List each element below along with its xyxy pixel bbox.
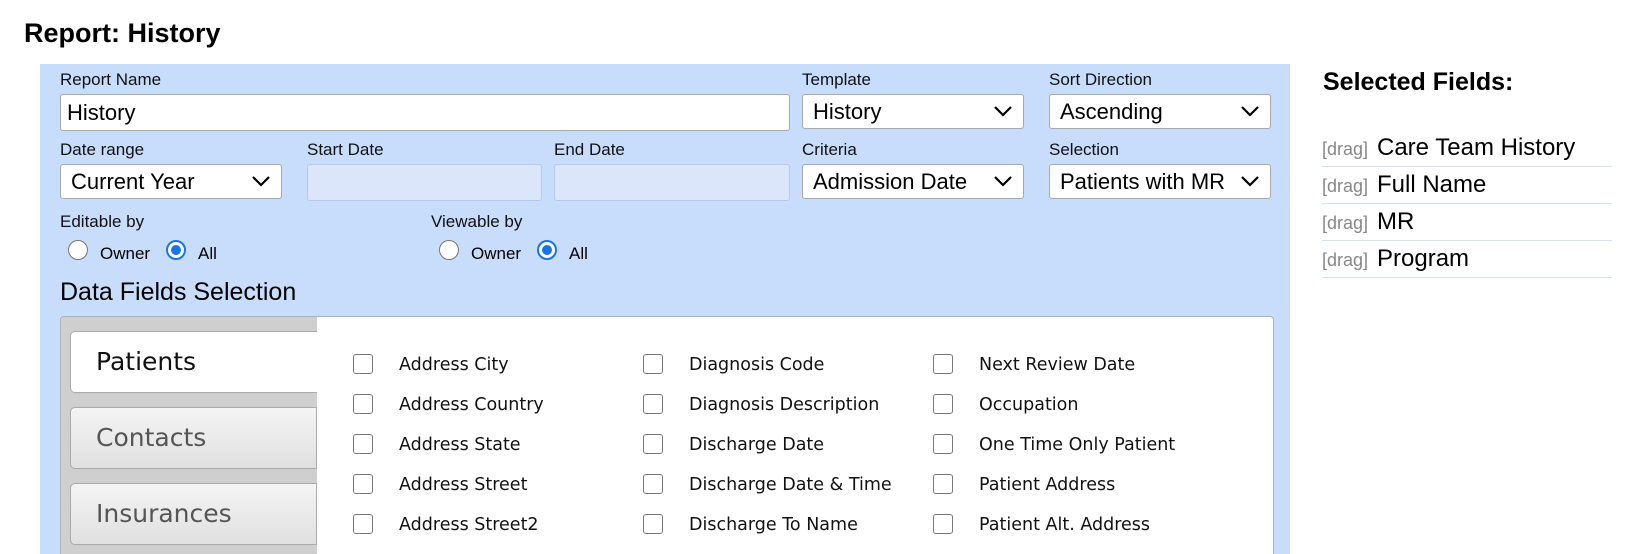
chevron-down-icon — [994, 106, 1012, 117]
editable-by-owner-radio[interactable] — [68, 240, 88, 260]
chevron-down-icon — [252, 176, 270, 187]
date-range-select[interactable]: Current Year — [60, 164, 282, 199]
field-label: Occupation — [979, 395, 1079, 415]
field-label: Patient Address — [979, 475, 1116, 495]
field-label: Patient Alt. Address — [979, 515, 1151, 535]
data-fields-tabs: Patients Contacts Insurances — [61, 317, 317, 554]
field-label: Address Street2 — [399, 515, 539, 535]
chevron-down-icon — [1241, 106, 1259, 117]
field-checkbox[interactable] — [643, 474, 663, 494]
sort-direction-select[interactable]: Ascending — [1049, 94, 1271, 129]
selected-field-name: Program — [1377, 245, 1470, 272]
drag-handle[interactable]: [drag] — [1322, 213, 1368, 234]
field-label: Discharge Date & Time — [689, 475, 892, 495]
drag-handle[interactable]: [drag] — [1322, 176, 1368, 197]
report-name-input[interactable]: History — [60, 94, 790, 131]
end-date-label: End Date — [554, 140, 625, 159]
editable-by-all-radio[interactable] — [166, 240, 186, 260]
sort-direction-label: Sort Direction — [1049, 70, 1152, 89]
field-label: Discharge To Name — [689, 515, 858, 535]
chevron-down-icon — [994, 176, 1012, 187]
viewable-by-all-radio[interactable] — [537, 240, 557, 260]
field-label: Address Street — [399, 475, 528, 495]
field-checkbox[interactable] — [933, 434, 953, 454]
report-form-panel: Report Name History Template History Sor… — [40, 64, 1290, 554]
start-date-input[interactable] — [307, 164, 542, 201]
selection-label: Selection — [1049, 140, 1119, 159]
field-label: Address Country — [399, 395, 544, 415]
selected-field-item[interactable]: [drag] Care Team History — [1322, 130, 1612, 167]
template-label: Template — [802, 70, 871, 89]
field-checkbox[interactable] — [353, 434, 373, 454]
field-checkbox[interactable] — [933, 474, 953, 494]
selected-field-name: MR — [1377, 208, 1415, 235]
criteria-label: Criteria — [802, 140, 857, 159]
field-checkbox[interactable] — [643, 434, 663, 454]
date-range-label: Date range — [60, 140, 145, 159]
field-checkbox[interactable] — [643, 394, 663, 414]
field-checkbox[interactable] — [643, 354, 663, 374]
criteria-select[interactable]: Admission Date — [802, 164, 1024, 199]
sort-direction-select-value: Ascending — [1060, 99, 1163, 124]
field-label: Next Review Date — [979, 355, 1136, 375]
field-checkbox[interactable] — [353, 474, 373, 494]
field-label: Diagnosis Code — [689, 355, 825, 375]
end-date-input[interactable] — [554, 164, 790, 201]
field-label: One Time Only Patient — [979, 435, 1176, 455]
report-name-label: Report Name — [60, 70, 162, 89]
selected-field-item[interactable]: [drag] Program — [1322, 241, 1612, 278]
selected-fields-title: Selected Fields: — [1323, 68, 1514, 96]
field-checkbox[interactable] — [933, 354, 953, 374]
template-select-value: History — [813, 99, 882, 124]
chevron-down-icon — [1241, 176, 1259, 187]
viewable-by-all-label: All — [569, 244, 588, 263]
criteria-select-value: Admission Date — [813, 169, 968, 194]
selected-field-name: Full Name — [1377, 171, 1487, 198]
data-fields-box: Patients Contacts Insurances Address Cit… — [60, 316, 1274, 554]
selected-field-item[interactable]: [drag] MR — [1322, 204, 1612, 241]
field-label: Address City — [399, 355, 509, 375]
template-select[interactable]: History — [802, 94, 1024, 129]
field-label: Discharge Date — [689, 435, 825, 455]
field-label: Diagnosis Description — [689, 395, 880, 415]
drag-handle[interactable]: [drag] — [1322, 139, 1368, 160]
field-checkbox[interactable] — [353, 514, 373, 534]
field-checkbox[interactable] — [643, 514, 663, 534]
selection-select-value: Patients with MR — [1060, 169, 1226, 194]
tab-patients[interactable]: Patients — [70, 331, 317, 393]
editable-by-label: Editable by — [60, 212, 145, 231]
field-checkbox[interactable] — [353, 354, 373, 374]
editable-by-owner-label: Owner — [100, 244, 151, 263]
editable-by-all-label: All — [198, 244, 217, 263]
field-label: Address State — [399, 435, 521, 455]
selection-select[interactable]: Patients with MR — [1049, 164, 1271, 199]
viewable-by-owner-label: Owner — [471, 244, 522, 263]
field-checkbox[interactable] — [933, 394, 953, 414]
page-title: Report: History — [24, 18, 221, 48]
field-checkbox[interactable] — [353, 394, 373, 414]
viewable-by-owner-radio[interactable] — [439, 240, 459, 260]
tab-contacts[interactable]: Contacts — [70, 407, 317, 469]
drag-handle[interactable]: [drag] — [1322, 250, 1368, 271]
start-date-label: Start Date — [307, 140, 384, 159]
selected-field-name: Care Team History — [1377, 134, 1576, 161]
date-range-select-value: Current Year — [71, 169, 195, 194]
selected-field-item[interactable]: [drag] Full Name — [1322, 167, 1612, 204]
field-checkbox[interactable] — [933, 514, 953, 534]
data-fields-title: Data Fields Selection — [60, 278, 297, 306]
viewable-by-label: Viewable by — [431, 212, 523, 231]
tab-insurances[interactable]: Insurances — [70, 483, 317, 545]
